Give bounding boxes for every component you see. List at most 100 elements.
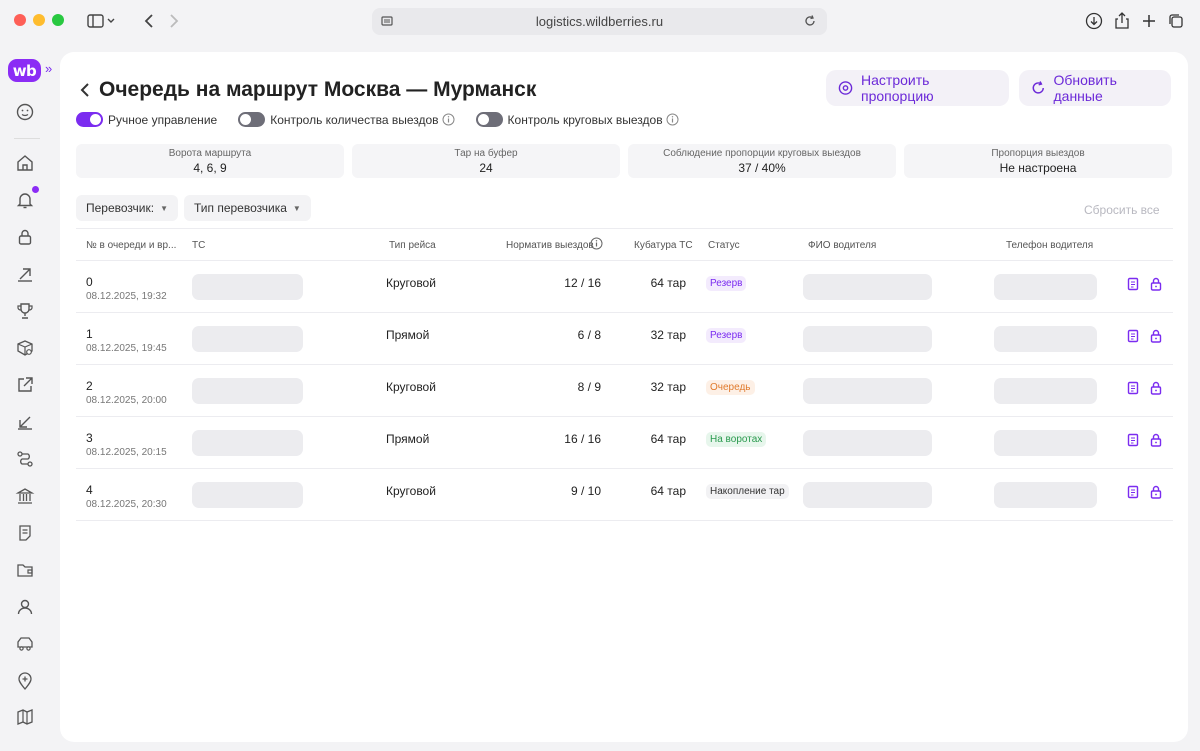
driver-name-placeholder <box>803 482 932 508</box>
sidebar-toggle-icon[interactable] <box>84 9 120 33</box>
wb-logo[interactable]: wb <box>8 59 41 82</box>
back-icon[interactable] <box>140 9 158 33</box>
col-header-status[interactable]: Статус <box>708 240 740 251</box>
trip-type: Круговой <box>386 380 436 394</box>
document-icon[interactable] <box>1126 433 1140 447</box>
url-text: logistics.wildberries.ru <box>535 14 664 29</box>
queue-number: 3 <box>86 431 93 445</box>
carrier-type-filter[interactable]: Тип перевозчика ▼ <box>184 195 311 221</box>
close-window-button[interactable] <box>14 14 26 26</box>
toggle-label: Контроль количества выездов <box>270 112 439 127</box>
maximize-window-button[interactable] <box>52 14 64 26</box>
queue-datetime: 08.12.2025, 19:45 <box>86 343 167 354</box>
reset-all-button[interactable]: Сбросить все <box>1084 203 1160 217</box>
browser-chrome: logistics.wildberries.ru <box>0 0 1200 42</box>
toggle-label: Контроль круговых выездов <box>507 112 663 127</box>
driver-phone-placeholder <box>994 378 1097 404</box>
table-row[interactable]: 2 08.12.2025, 20:00 Круговой 8 / 9 32 та… <box>76 365 1173 417</box>
filters-row: Перевозчик: ▼ Тип перевозчика ▼ <box>76 195 311 221</box>
location-plus-icon[interactable] <box>15 671 35 691</box>
vehicle-cubature: 32 тар <box>650 328 686 342</box>
manual-control-toggle[interactable]: Ручное управление <box>76 112 217 127</box>
configure-proportion-label: Настроить пропорцию <box>861 72 934 104</box>
circular-trips-control-toggle[interactable]: Контроль круговых выездов <box>475 112 679 127</box>
toggle-switch[interactable] <box>238 112 266 127</box>
reload-icon[interactable] <box>803 14 817 31</box>
new-tab-icon[interactable] <box>1139 11 1159 31</box>
address-bar[interactable]: logistics.wildberries.ru <box>372 8 827 35</box>
carrier-type-filter-label: Тип перевозчика <box>194 201 287 215</box>
refresh-data-button[interactable]: Обновить данные <box>1019 70 1171 106</box>
queue-number: 1 <box>86 327 93 341</box>
toggle-switch[interactable] <box>76 112 103 127</box>
col-header-num[interactable]: № в очереди и вр... <box>86 240 176 251</box>
table-row[interactable]: 4 08.12.2025, 20:30 Круговой 9 / 10 64 т… <box>76 469 1173 521</box>
refresh-icon <box>1032 81 1044 94</box>
arrow-up-right-icon[interactable] <box>15 264 35 284</box>
col-header-trip-type[interactable]: Тип рейса <box>389 240 436 251</box>
lock-icon[interactable] <box>1149 485 1163 499</box>
car-icon[interactable] <box>15 634 35 654</box>
vehicle-cubature: 32 тар <box>650 380 686 394</box>
toggle-switch[interactable] <box>475 112 503 127</box>
lock-icon[interactable] <box>1149 433 1163 447</box>
vehicle-placeholder <box>192 378 303 404</box>
trophy-icon[interactable] <box>15 301 35 321</box>
document-icon[interactable] <box>1126 329 1140 343</box>
profile-icon[interactable] <box>15 102 35 122</box>
document-icon[interactable] <box>1126 485 1140 499</box>
carrier-filter[interactable]: Перевозчик: ▼ <box>76 195 178 221</box>
trip-norm: 12 / 16 <box>564 276 601 290</box>
page-settings-icon[interactable] <box>380 14 394 31</box>
info-icon[interactable] <box>590 237 603 253</box>
configure-proportion-button[interactable]: Настроить пропорцию <box>826 70 1009 106</box>
external-link-icon[interactable] <box>15 375 35 395</box>
lock-icon[interactable] <box>1149 329 1163 343</box>
document-icon[interactable] <box>1126 277 1140 291</box>
bank-icon[interactable] <box>15 486 35 506</box>
col-header-cubature[interactable]: Кубатура ТС <box>634 240 693 251</box>
table-row[interactable]: 1 08.12.2025, 19:45 Прямой 6 / 8 32 тар … <box>76 313 1173 365</box>
forward-icon[interactable] <box>165 9 183 33</box>
table-row[interactable]: 3 08.12.2025, 20:15 Прямой 16 / 16 64 та… <box>76 417 1173 469</box>
carrier-filter-label: Перевозчик: <box>86 201 155 215</box>
bell-icon[interactable] <box>15 190 35 210</box>
table-row[interactable]: 0 08.12.2025, 19:32 Круговой 12 / 16 64 … <box>76 261 1173 313</box>
stat-value: Не настроена <box>999 161 1077 175</box>
download-icon[interactable] <box>1084 11 1104 31</box>
status-badge: Очередь <box>706 380 755 395</box>
col-header-fio[interactable]: ФИО водителя <box>808 240 876 251</box>
driver-phone-placeholder <box>994 482 1097 508</box>
route-icon[interactable] <box>15 449 35 469</box>
info-icon[interactable] <box>442 113 455 126</box>
driver-name-placeholder <box>803 326 932 352</box>
home-icon[interactable] <box>15 153 35 173</box>
col-header-phone[interactable]: Телефон водителя <box>1006 240 1093 251</box>
info-icon[interactable] <box>666 113 679 126</box>
person-icon[interactable] <box>15 597 35 617</box>
box-search-icon[interactable] <box>15 338 35 358</box>
vehicle-cubature: 64 тар <box>650 432 686 446</box>
minimize-window-button[interactable] <box>33 14 45 26</box>
settings-icon <box>838 81 853 95</box>
queue-number: 0 <box>86 275 93 289</box>
lock-icon[interactable] <box>1149 277 1163 291</box>
map-icon[interactable] <box>15 707 35 727</box>
col-header-ts[interactable]: ТС <box>192 240 205 251</box>
lock-icon[interactable] <box>1149 381 1163 395</box>
share-icon[interactable] <box>1112 11 1132 31</box>
expand-sidebar-icon[interactable]: » <box>45 61 52 76</box>
back-arrow-icon[interactable] <box>80 80 94 100</box>
arrow-down-left-icon[interactable] <box>15 412 35 432</box>
main-panel: Очередь на маршрут Москва — Мурманск Нас… <box>60 52 1188 742</box>
driver-phone-placeholder <box>994 326 1097 352</box>
folder-icon[interactable] <box>15 560 35 580</box>
document-icon[interactable] <box>1126 381 1140 395</box>
trip-norm: 8 / 9 <box>577 380 601 394</box>
vehicle-cubature: 64 тар <box>650 276 686 290</box>
col-header-norm[interactable]: Норматив выездов <box>506 240 594 251</box>
document-icon[interactable] <box>15 523 35 543</box>
tabs-overview-icon[interactable] <box>1166 11 1186 31</box>
lock-icon[interactable] <box>15 227 35 247</box>
trip-count-control-toggle[interactable]: Контроль количества выездов <box>238 112 455 127</box>
